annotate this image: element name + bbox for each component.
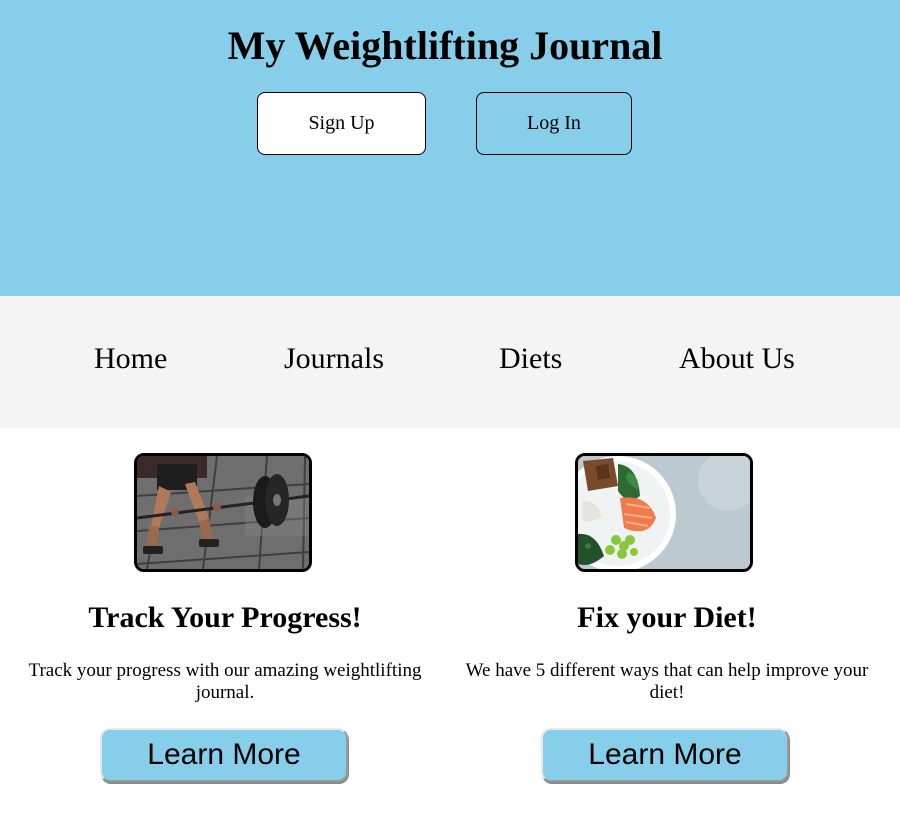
deadlift-image [134, 453, 312, 572]
nav-item-home[interactable]: Home [94, 342, 167, 376]
nav-item-about-us[interactable]: About Us [679, 342, 795, 376]
feature-description: Track your progress with our amazing wei… [28, 660, 422, 703]
food-bowl-image [575, 453, 753, 572]
learn-more-button[interactable]: Learn More [100, 728, 348, 782]
log-in-button[interactable]: Log In [476, 92, 632, 155]
feature-description: We have 5 different ways that can help i… [465, 660, 869, 703]
main-nav: Home Journals Diets About Us [0, 296, 900, 428]
site-title: My Weightlifting Journal [227, 23, 663, 68]
site-header: My Weightlifting Journal Sign Up Log In [0, 0, 900, 296]
nav-item-diets[interactable]: Diets [499, 342, 562, 376]
feature-card-diet: Fix your Diet! We have 5 different ways … [442, 428, 892, 828]
feature-title: Track Your Progress! [88, 601, 362, 634]
nav-item-journals[interactable]: Journals [284, 342, 384, 376]
sign-up-button[interactable]: Sign Up [257, 92, 426, 155]
feature-title: Fix your Diet! [577, 601, 757, 634]
feature-card-progress: Track Your Progress! Track your progress… [0, 428, 450, 828]
features-section: Track Your Progress! Track your progress… [0, 428, 900, 828]
learn-more-button[interactable]: Learn More [541, 728, 789, 782]
